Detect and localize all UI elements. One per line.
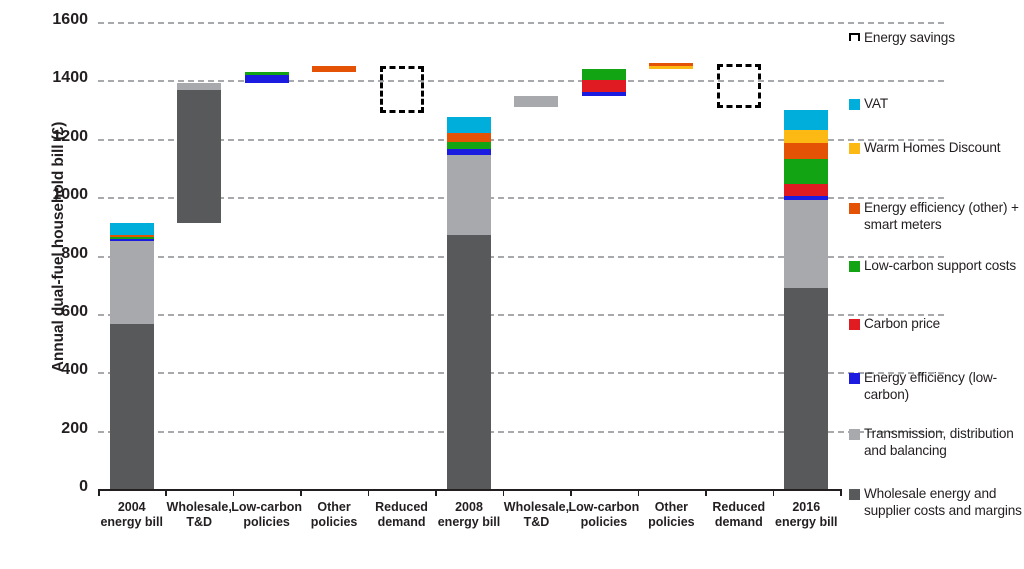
- x-axis-label: 2016 energy bill: [758, 500, 854, 530]
- x-tick: [98, 489, 100, 496]
- bar-segment[interactable]: [447, 154, 491, 236]
- bar-segment[interactable]: [784, 200, 829, 288]
- legend-swatch-icon: [849, 143, 860, 154]
- legend-label: Low-carbon support costs: [864, 258, 1017, 273]
- y-tick-label: 0: [79, 478, 88, 495]
- x-tick: [502, 489, 505, 496]
- bar-segment[interactable]: [177, 89, 222, 223]
- bar-segment[interactable]: [784, 159, 829, 184]
- y-tick-label: 600: [61, 302, 88, 320]
- legend-label: Energy efficiency (low-carbon): [864, 370, 998, 402]
- legend-label: Warm Homes Discount: [864, 140, 1001, 155]
- bar-segment[interactable]: [784, 195, 829, 201]
- waterfall-chart: Annual dual-fuel household bill (£) 0 200…: [0, 0, 1024, 569]
- x-tick: [705, 489, 707, 496]
- bar-segment[interactable]: [109, 324, 154, 489]
- bar-segment[interactable]: [447, 148, 491, 155]
- bar-segment[interactable]: [244, 75, 289, 84]
- bar-segment[interactable]: [177, 83, 222, 90]
- y-tick-label: 1600: [52, 11, 88, 28]
- legend-item[interactable]: Wholesale energy and supplier costs and …: [849, 486, 1024, 519]
- legend-label: Transmission, distribution and balancing: [864, 426, 1014, 458]
- bar-segment[interactable]: [109, 239, 154, 241]
- legend-swatch-icon: [849, 429, 860, 440]
- bar-segment[interactable]: [784, 129, 829, 144]
- legend-swatch-icon: [849, 489, 860, 500]
- legend-item[interactable]: Transmission, distribution and balancing: [849, 426, 1024, 459]
- legend-item[interactable]: Energy savings: [849, 30, 955, 47]
- legend-item[interactable]: Energy efficiency (other) + smart meters: [849, 200, 1024, 233]
- legend-label: VAT: [864, 96, 888, 111]
- legend-swatch-icon: [849, 203, 860, 214]
- bar-segment[interactable]: [109, 237, 154, 240]
- x-tick: [772, 489, 775, 496]
- legend-swatch-icon: [849, 373, 860, 384]
- bar-segment[interactable]: [581, 69, 626, 81]
- legend-swatch-icon: [849, 261, 860, 272]
- bar-segment[interactable]: [312, 66, 357, 73]
- x-tick: [637, 489, 640, 496]
- x-label-line: energy bill: [775, 515, 838, 529]
- legend-swatch-icon: [849, 99, 860, 110]
- bar-segment[interactable]: [109, 222, 154, 236]
- bar-segment[interactable]: [649, 65, 694, 70]
- legend-item[interactable]: VAT: [849, 96, 888, 113]
- bar-segment[interactable]: [581, 80, 626, 93]
- x-tick: [840, 489, 842, 496]
- y-tick-label: 1200: [52, 127, 88, 145]
- legend-swatch-icon: [849, 33, 860, 41]
- energy-savings-box[interactable]: [716, 64, 761, 109]
- legend-item[interactable]: Carbon price: [849, 316, 940, 333]
- bar-segment[interactable]: [447, 116, 491, 134]
- plot-area: [98, 22, 944, 496]
- bar-segment[interactable]: [784, 183, 829, 196]
- legend-label: Wholesale energy and supplier costs and …: [864, 486, 1022, 518]
- bar-segment[interactable]: [514, 96, 559, 107]
- legend-item[interactable]: Low-carbon support costs: [849, 258, 1016, 275]
- y-tick-label: 200: [61, 419, 88, 437]
- energy-savings-box[interactable]: [379, 66, 424, 114]
- legend-item[interactable]: Energy efficiency (low-carbon): [849, 370, 1024, 403]
- bar-segment[interactable]: [649, 62, 694, 66]
- x-tick: [570, 489, 572, 496]
- legend-item[interactable]: Warm Homes Discount: [849, 140, 1001, 157]
- y-tick-label: 1400: [52, 69, 88, 87]
- bar-segment[interactable]: [109, 240, 154, 325]
- legend-swatch-icon: [849, 319, 860, 330]
- x-tick: [367, 489, 370, 496]
- x-tick: [232, 489, 235, 496]
- y-tick-label: 1000: [52, 186, 88, 204]
- x-tick: [300, 489, 302, 496]
- x-axis-line: [98, 489, 840, 491]
- x-tick: [165, 489, 167, 496]
- legend-label: Carbon price: [864, 316, 941, 331]
- bar-segment[interactable]: [447, 235, 491, 489]
- bar-segment[interactable]: [784, 109, 829, 130]
- bar-segment[interactable]: [244, 72, 289, 76]
- bar-segment[interactable]: [109, 235, 154, 238]
- gridline-1400: [98, 80, 944, 83]
- bar-segment[interactable]: [447, 141, 491, 149]
- x-label-line: 2016: [792, 500, 821, 514]
- bar-segment[interactable]: [784, 287, 829, 489]
- gridline-1600: [98, 22, 944, 24]
- y-tick-label: 800: [61, 244, 88, 262]
- legend-label: Energy savings: [864, 30, 955, 45]
- bar-segment[interactable]: [447, 133, 491, 142]
- y-tick-label: 400: [61, 361, 88, 379]
- bar-segment[interactable]: [784, 143, 829, 160]
- legend-label: Energy efficiency (other) + smart meters: [864, 200, 1019, 232]
- bar-segment[interactable]: [581, 92, 626, 97]
- x-tick: [435, 489, 437, 496]
